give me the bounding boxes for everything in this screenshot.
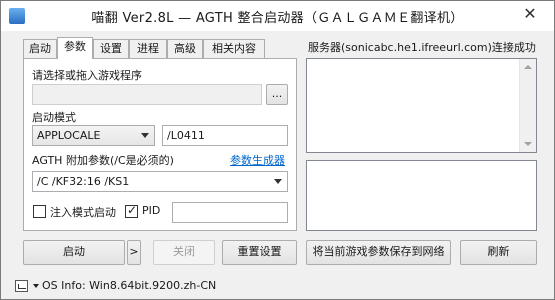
- server-status-text: 服务器(sonicabc.he1.ifreeurl.com)连接成功: [308, 41, 536, 54]
- refresh-button[interactable]: 刷新: [460, 240, 537, 265]
- scrollbar[interactable]: [519, 59, 536, 152]
- info-text-box[interactable]: [306, 160, 537, 231]
- param-generator-link[interactable]: 参数生成器: [230, 152, 285, 168]
- launch-mode-select[interactable]: APPLOCALE: [32, 125, 155, 146]
- game-list-box[interactable]: [306, 58, 537, 153]
- status-bar: OS Info: Win8.64bit.9200.zh-CN: [11, 277, 545, 295]
- start-options-button[interactable]: >: [127, 240, 141, 265]
- chevron-down-icon: [274, 179, 282, 184]
- launch-mode-label: 启动模式: [32, 111, 76, 124]
- inject-mode-label: 注入模式启动: [50, 206, 116, 219]
- pid-field[interactable]: [172, 202, 288, 223]
- close-window-button[interactable]: ✕: [510, 3, 550, 25]
- save-to-network-button[interactable]: 将当前游戏参数保存到网络: [306, 240, 451, 265]
- tab-params[interactable]: 参数: [57, 37, 93, 59]
- window-title: 喵翻 Ver2.8L — AGTH 整合启动器（ＧＡＬＧＡＭＥ翻译机）: [91, 11, 464, 26]
- os-info-icon: [15, 280, 28, 292]
- params-panel: 请选择或拖入游戏程序 ... 启动模式 APPLOCALE /L0411 AGT…: [23, 58, 297, 231]
- tab-process[interactable]: 进程: [129, 39, 167, 58]
- title-bar: 喵翻 Ver2.8L — AGTH 整合启动器（ＧＡＬＧＡＭＥ翻译机） ✕: [1, 1, 554, 31]
- game-path-field[interactable]: [32, 84, 262, 105]
- scroll-down-icon[interactable]: [524, 142, 532, 146]
- start-button[interactable]: 启动: [23, 240, 125, 265]
- locale-field[interactable]: /L0411: [162, 125, 288, 146]
- game-program-label: 请选择或拖入游戏程序: [32, 69, 142, 82]
- close-game-button[interactable]: 关闭: [153, 240, 215, 265]
- browse-button[interactable]: ...: [266, 84, 288, 105]
- agth-params-label: AGTH 附加参数(/C是必须的): [32, 154, 174, 167]
- tab-launch[interactable]: 启动: [23, 39, 57, 58]
- inject-mode-checkbox[interactable]: [33, 205, 46, 218]
- tab-advanced[interactable]: 高级: [167, 39, 203, 58]
- launch-mode-value: APPLOCALE: [37, 129, 101, 142]
- reset-settings-button[interactable]: 重置设置: [222, 240, 297, 265]
- scroll-up-icon[interactable]: [524, 65, 532, 69]
- app-window: 喵翻 Ver2.8L — AGTH 整合启动器（ＧＡＬＧＡＭＥ翻译机） ✕ 启动…: [0, 0, 555, 300]
- agth-params-value: /C /KF32:16 /KS1: [37, 175, 130, 188]
- tab-related[interactable]: 相关内容: [203, 39, 265, 58]
- pid-checkbox[interactable]: ✓: [125, 203, 138, 218]
- agth-params-combo[interactable]: /C /KF32:16 /KS1: [32, 171, 288, 192]
- pid-label: PID: [142, 204, 161, 217]
- status-dropdown-icon[interactable]: [33, 284, 39, 288]
- check-icon: ✓: [127, 203, 138, 217]
- tab-settings[interactable]: 设置: [93, 39, 129, 58]
- chevron-down-icon: [141, 133, 149, 138]
- os-info-text: OS Info: Win8.64bit.9200.zh-CN: [42, 279, 217, 292]
